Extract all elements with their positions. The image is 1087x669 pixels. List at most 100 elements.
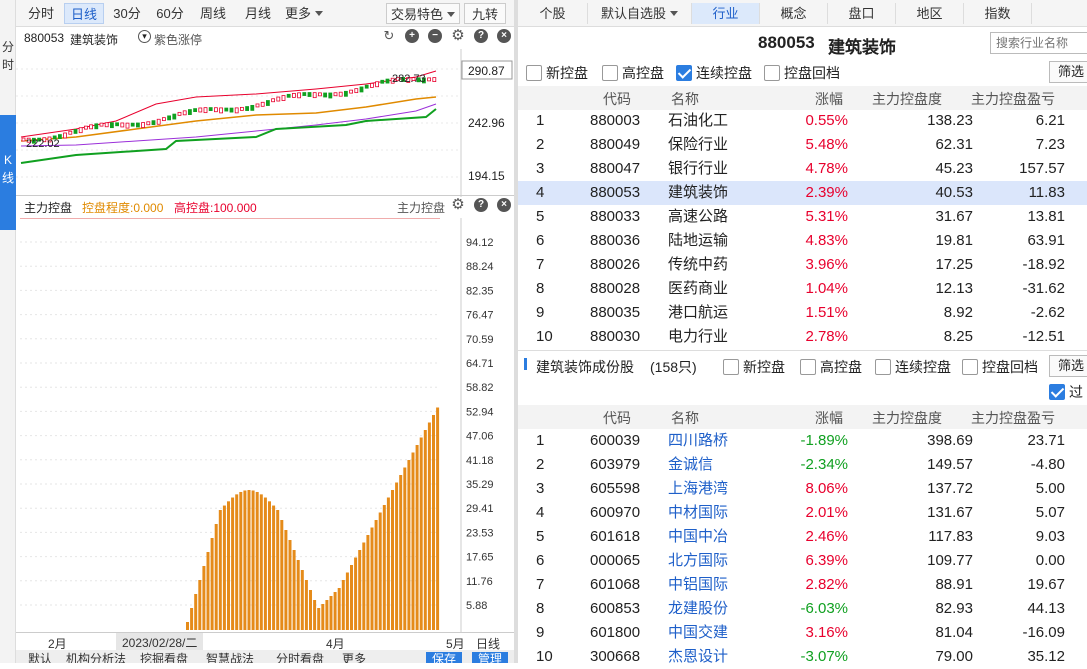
col-name[interactable]: 名称	[671, 89, 699, 109]
col-change[interactable]: 涨幅	[815, 89, 843, 109]
help-icon[interactable]: ?	[474, 29, 488, 43]
filter-extra[interactable]: 过	[1049, 382, 1083, 402]
col-code[interactable]: 代码	[603, 408, 631, 428]
table-row[interactable]: 7 601068 中铝国际 2.82% 88.91 19.67	[518, 573, 1087, 597]
row-profit: 9.03	[1035, 528, 1065, 545]
low-marker: 222.02	[26, 138, 60, 150]
sidebar-intraday-tab[interactable]: 分时	[0, 38, 16, 74]
limit-up-toggle[interactable]: 紫色涨停	[154, 31, 202, 48]
table-row[interactable]: 6 880036 陆地运输 4.83% 19.81 63.91	[518, 229, 1087, 253]
filter-pullback[interactable]: 控盘回档	[764, 63, 840, 83]
tab-daily[interactable]: 日线	[64, 3, 104, 24]
filter-new[interactable]: 新控盘	[723, 357, 785, 377]
zoom-out-icon[interactable]: −	[428, 29, 442, 43]
row-profit: 157.57	[1019, 160, 1065, 177]
table-row[interactable]: 6 000065 北方国际 6.39% 109.77 0.00	[518, 549, 1087, 573]
table-row[interactable]: 2 603979 金诚信 -2.34% 149.57 -4.80	[518, 453, 1087, 477]
filter-continuous[interactable]: 连续控盘	[875, 357, 951, 377]
btab-strategy[interactable]: 智慧战法	[206, 652, 254, 663]
table-row[interactable]: 3 880047 银行行业 4.78% 45.23 157.57	[518, 157, 1087, 181]
filter-high[interactable]: 高控盘	[800, 357, 862, 377]
candle	[203, 107, 208, 114]
indicator-bar	[378, 512, 382, 630]
filter-pullback[interactable]: 控盘回档	[962, 357, 1038, 377]
table-row[interactable]: 8 880028 医药商业 1.04% 12.13 -31.62	[518, 277, 1087, 301]
industry-table-header: 代码 名称 涨幅 主力控盘度 主力控盘盈亏	[518, 86, 1087, 110]
nine-turn-button[interactable]: 九转	[464, 3, 506, 24]
btab-institution[interactable]: 机构分析法	[66, 652, 126, 663]
filter-high[interactable]: 高控盘	[602, 63, 664, 83]
table-row[interactable]: 8 600853 龙建股份 -6.03% 82.93 44.13	[518, 597, 1087, 621]
tab-weekly[interactable]: 周线	[194, 3, 232, 24]
tab-industry[interactable]: 行业	[692, 3, 760, 24]
col-name[interactable]: 名称	[671, 408, 699, 428]
reset-icon[interactable]: ↻	[382, 29, 396, 43]
sector-search-input[interactable]	[990, 32, 1087, 54]
btab-mining[interactable]: 挖掘看盘	[140, 652, 188, 663]
row-change: 2.01%	[805, 504, 848, 521]
tab-region[interactable]: 地区	[896, 3, 964, 24]
table-row[interactable]: 10 300668 杰恩设计 -3.07% 79.00 35.12	[518, 645, 1087, 669]
row-code: 880047	[590, 160, 641, 177]
gear-icon[interactable]: ⚙	[451, 197, 465, 212]
table-row[interactable]: 10 880030 电力行业 2.78% 8.25 -12.51	[518, 325, 1087, 349]
col-change[interactable]: 涨幅	[815, 408, 843, 428]
col-code[interactable]: 代码	[603, 89, 631, 109]
indicator-bar	[284, 530, 288, 630]
candle	[94, 123, 99, 130]
gear-icon[interactable]: ⚙	[451, 28, 465, 43]
table-row[interactable]: 4 880053 建筑装饰 2.39% 40.53 11.83	[518, 181, 1087, 205]
filter-button[interactable]: 筛选	[1049, 355, 1087, 377]
tab-more[interactable]: 更多	[282, 3, 326, 24]
sector-name: 建筑装饰	[828, 38, 896, 57]
sidebar-label: 分	[1, 40, 14, 54]
row-change: 4.78%	[805, 160, 848, 177]
table-row[interactable]: 9 601800 中国交建 3.16% 81.04 -16.09	[518, 621, 1087, 645]
table-row[interactable]: 7 880026 传统中药 3.96% 17.25 -18.92	[518, 253, 1087, 277]
filter-continuous[interactable]: 连续控盘	[676, 63, 752, 83]
col-profit[interactable]: 主力控盘盈亏	[971, 89, 1055, 109]
filter-button[interactable]: 筛选	[1049, 61, 1087, 83]
manage-button[interactable]: 管理	[472, 652, 509, 663]
col-degree[interactable]: 主力控盘度	[872, 408, 942, 428]
tab-30min[interactable]: 30分	[108, 3, 146, 24]
btab-intraday[interactable]: 分时看盘	[276, 652, 324, 663]
col-profit[interactable]: 主力控盘盈亏	[971, 408, 1055, 428]
tab-watchlist[interactable]: 默认自选股	[588, 3, 692, 24]
kline-chart[interactable]: 290.87 242.96 194.15 282.73 222.02	[16, 49, 514, 197]
tab-concept[interactable]: 概念	[760, 3, 828, 24]
tab-intraday[interactable]: 分时	[22, 3, 60, 24]
help-icon[interactable]: ?	[474, 198, 488, 212]
table-row[interactable]: 5 880033 高速公路 5.31% 31.67 13.81	[518, 205, 1087, 229]
close-icon[interactable]: ×	[497, 198, 511, 212]
indicator-bar	[243, 490, 247, 630]
table-row[interactable]: 1 600039 四川路桥 -1.89% 398.69 23.71	[518, 429, 1087, 453]
row-degree: 17.25	[935, 256, 973, 273]
col-degree[interactable]: 主力控盘度	[872, 89, 942, 109]
btab-more[interactable]: 更多	[342, 652, 366, 663]
filter-new[interactable]: 新控盘	[526, 63, 588, 83]
close-icon[interactable]: ×	[497, 29, 511, 43]
trade-feature-dropdown[interactable]: 交易特色	[386, 3, 460, 24]
indicator-header: 主力控盘 控盘程度:0.000 高控盘:100.000 主力控盘	[16, 196, 514, 218]
tab-index[interactable]: 指数	[964, 3, 1032, 24]
btab-default[interactable]: 默认	[28, 652, 52, 663]
save-button[interactable]: 保存	[426, 652, 463, 663]
table-row[interactable]: 3 605598 上海港湾 8.06% 137.72 5.00	[518, 477, 1087, 501]
tab-quote[interactable]: 盘口	[828, 3, 896, 24]
tab-stock[interactable]: 个股	[518, 3, 588, 24]
table-row[interactable]: 5 601618 中国中冶 2.46% 117.83 9.03	[518, 525, 1087, 549]
table-row[interactable]: 4 600970 中材国际 2.01% 131.67 5.07	[518, 501, 1087, 525]
tab-60min[interactable]: 60分	[150, 3, 190, 24]
dropdown-circle-icon[interactable]: ▾	[138, 30, 151, 43]
table-row[interactable]: 2 880049 保险行业 5.48% 62.31 7.23	[518, 133, 1087, 157]
indicator-chart[interactable]: 94.12 88.24 82.35 76.47 70.59 64.71 58.82 52.94…	[16, 218, 514, 634]
indicator-bar	[374, 520, 378, 630]
table-row[interactable]: 1 880003 石油化工 0.55% 138.23 6.21	[518, 109, 1087, 133]
sidebar-kline-tab[interactable]: K线	[0, 115, 16, 230]
zoom-in-icon[interactable]: +	[405, 29, 419, 43]
indicator-bar	[259, 494, 263, 630]
row-name: 医药商业	[668, 280, 729, 297]
tab-monthly[interactable]: 月线	[238, 3, 278, 24]
table-row[interactable]: 9 880035 港口航运 1.51% 8.92 -2.62	[518, 301, 1087, 325]
